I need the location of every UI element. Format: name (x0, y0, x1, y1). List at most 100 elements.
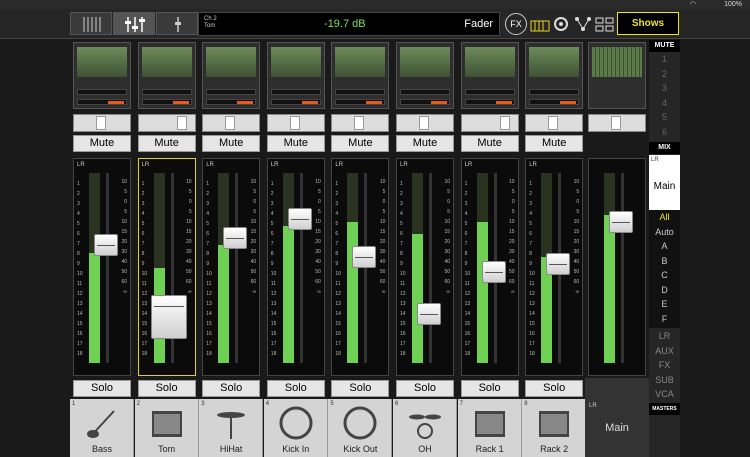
solo-button[interactable]: Solo (266, 380, 325, 397)
filter-c[interactable]: C (649, 270, 680, 280)
filter-e[interactable]: E (649, 299, 680, 309)
channel-select[interactable]: 5 Kick Out (328, 399, 393, 457)
scale-tick: 50 (121, 269, 127, 275)
mute-button[interactable]: Mute (331, 135, 390, 152)
main-balance[interactable] (588, 114, 646, 132)
settings-button[interactable] (550, 13, 572, 35)
pan-control[interactable] (396, 114, 454, 132)
mute-group-1[interactable]: 1 (649, 54, 680, 64)
pan-control[interactable] (331, 114, 390, 132)
solo-button[interactable]: Solo (396, 380, 454, 397)
eq-display[interactable] (331, 42, 390, 109)
main-fader[interactable] (609, 211, 633, 234)
channel-select[interactable]: 4 Kick In (263, 399, 328, 457)
eq-display[interactable] (137, 42, 196, 109)
channel-select[interactable]: 3 HiHat (199, 399, 264, 457)
channel-select[interactable]: 8 Rack 2 (522, 399, 587, 457)
filter-f[interactable]: F (649, 314, 680, 324)
filter-all[interactable]: All (649, 212, 680, 222)
fader-handle[interactable] (417, 302, 441, 325)
channel-select[interactable]: 2 Tom (134, 399, 199, 457)
channel-select[interactable]: 1 Bass (70, 399, 134, 457)
view-channel-faders-button[interactable] (113, 12, 155, 35)
eq-display[interactable] (525, 42, 584, 109)
main-select[interactable]: LR Main (585, 378, 649, 457)
solo-button[interactable]: Solo (202, 380, 261, 397)
view-all-faders-button[interactable] (70, 12, 112, 35)
mix-main[interactable]: LR Main (649, 155, 680, 210)
view-single-fader-button[interactable] (156, 12, 198, 35)
mute-button[interactable]: Mute (73, 135, 131, 152)
eq-display[interactable] (460, 42, 519, 109)
channel-number-label: 8 (524, 401, 528, 407)
bus-aux[interactable]: AUX (649, 346, 680, 356)
eq-display[interactable] (202, 42, 261, 109)
mute-group-5[interactable]: 5 (649, 112, 680, 122)
mute-button[interactable]: Mute (266, 135, 325, 152)
eq-display[interactable] (396, 42, 454, 109)
channel-number-label: 1 (72, 401, 76, 407)
layout-grid-icon (595, 17, 614, 32)
pan-control[interactable] (460, 114, 519, 132)
mute-group-6[interactable]: 6 (649, 127, 680, 137)
bus-fx[interactable]: FX (649, 360, 680, 370)
fader-handle[interactable] (223, 226, 248, 249)
bus-vca[interactable]: VCA (649, 389, 680, 399)
fader-handle[interactable] (150, 295, 187, 340)
mute-button[interactable]: Mute (137, 135, 196, 152)
pan-control[interactable] (525, 114, 584, 132)
scale-tick: 20 (186, 239, 192, 245)
channel-strip-7: Mute LR 1 2 3 4 5 6 7 8 9 10 11 12 13 14 15 16 17 18 10 5 0 5 10… (457, 40, 522, 457)
scale-tick: 17 (206, 341, 212, 347)
mute-group-2[interactable]: 2 (649, 69, 680, 79)
fader-handle[interactable] (546, 253, 571, 276)
channel-select[interactable]: 6 OH (393, 399, 457, 457)
fx-button[interactable]: FX (505, 13, 527, 35)
solo-button[interactable]: Solo (137, 380, 196, 397)
shows-button[interactable]: Shows (617, 12, 679, 35)
filter-a[interactable]: A (649, 241, 680, 251)
fader-handle[interactable] (287, 207, 312, 230)
solo-button[interactable]: Solo (460, 380, 519, 397)
scale-tick: 18 (141, 351, 148, 357)
scale-tick: 15 (509, 229, 515, 235)
mute-button[interactable]: Mute (202, 135, 261, 152)
scale-tick: 15 (270, 321, 277, 327)
channel-display[interactable]: Ch 2 Tom -19.7 dB Fader (198, 12, 500, 36)
scale-tick: 8 (400, 251, 403, 257)
fader-handle[interactable] (94, 234, 118, 257)
channel-select[interactable]: 7 Rack 1 (457, 399, 522, 457)
eq-display[interactable] (73, 42, 131, 109)
eq-display[interactable] (266, 42, 325, 109)
fader-handle[interactable] (481, 260, 506, 283)
filter-b[interactable]: B (649, 256, 680, 266)
mute-button[interactable]: Mute (525, 135, 584, 152)
filter-d[interactable]: D (649, 285, 680, 295)
scale-tick: 15 (464, 321, 471, 327)
fader-handle[interactable] (352, 245, 377, 268)
pan-control[interactable] (266, 114, 325, 132)
solo-button[interactable]: Solo (73, 380, 131, 397)
bus-lr[interactable]: LR (649, 331, 680, 341)
filter-auto[interactable]: Auto (649, 227, 680, 237)
gear-icon (554, 17, 568, 31)
mute-group-3[interactable]: 3 (649, 83, 680, 93)
pan-control[interactable] (137, 114, 196, 132)
pan-control[interactable] (73, 114, 131, 132)
solo-button[interactable]: Solo (525, 380, 584, 397)
mute-button[interactable]: Mute (396, 135, 454, 152)
scale-tick: 60 (315, 279, 321, 285)
meters-button[interactable] (529, 13, 551, 35)
masters-button[interactable]: MASTERS (649, 403, 680, 415)
main-geq[interactable] (588, 42, 646, 109)
scale-tick: 10 (444, 219, 450, 225)
layout-button[interactable] (594, 13, 616, 35)
pan-control[interactable] (202, 114, 261, 132)
scale-tick: 17 (464, 341, 471, 347)
mute-button[interactable]: Mute (460, 135, 519, 152)
solo-button[interactable]: Solo (331, 380, 390, 397)
scale-tick: 9 (206, 261, 209, 267)
bus-sub[interactable]: SUB (649, 375, 680, 385)
routing-button[interactable] (572, 13, 594, 35)
mute-group-4[interactable]: 4 (649, 98, 680, 108)
